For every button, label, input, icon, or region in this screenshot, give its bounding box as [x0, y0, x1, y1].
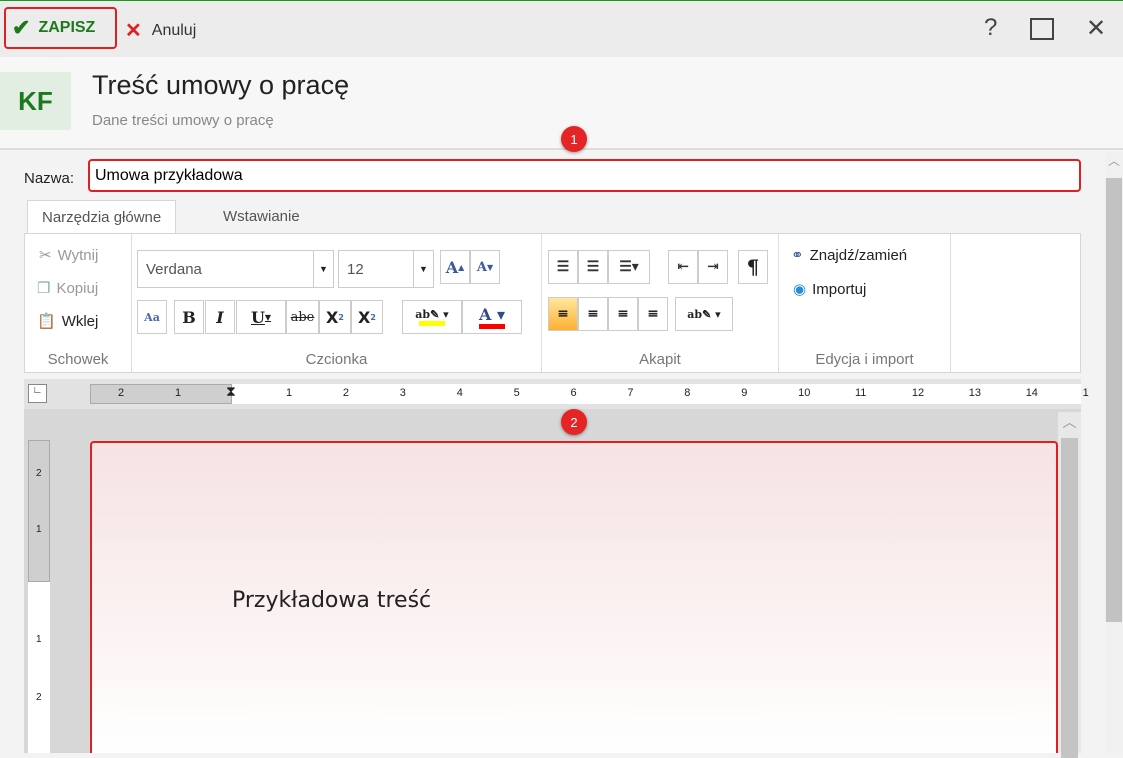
ribbon: ✂ Wytnij ❐ Kopiuj 📋 Wklej Schowek Verdana ▼ … [24, 233, 1081, 373]
highlight-color-swatch [419, 321, 445, 326]
maximize-button[interactable] [1030, 18, 1054, 40]
ruler-tick: 2 [36, 692, 42, 703]
superscript-button[interactable]: X2 [351, 300, 383, 334]
scroll-up-icon[interactable]: ︿ [1058, 412, 1081, 432]
shading-button[interactable]: ab✎ ▾ [675, 297, 733, 331]
bold-button[interactable]: B [174, 300, 204, 334]
save-button[interactable]: ✔ ZAPISZ [4, 7, 117, 49]
help-button[interactable]: ? [984, 14, 997, 42]
font-color-icon: A ▾ [478, 305, 505, 324]
clipboard-group: ✂ Wytnij ❐ Kopiuj 📋 Wklej Schowek [25, 234, 132, 372]
paragraph-group-label: Akapit [639, 351, 681, 368]
italic-button[interactable]: I [205, 300, 235, 334]
ruler-tick: 4 [456, 387, 463, 399]
subscript-button[interactable]: X2 [319, 300, 351, 334]
highlighter-icon: ab✎ ▾ [415, 308, 449, 321]
ruler-tick: 1 [286, 387, 293, 399]
ruler-text-area [232, 384, 1081, 404]
tab-home[interactable]: Narzędzia główne [27, 200, 177, 234]
tab-stop-selector[interactable]: ∟ [28, 384, 47, 403]
scroll-up-icon[interactable]: ︿ [1105, 152, 1123, 169]
cut-button[interactable]: ✂ Wytnij [39, 246, 98, 265]
ruler-tick: 3 [399, 387, 406, 399]
close-button[interactable]: ✕ [1086, 14, 1106, 43]
ruler-tick: 9 [741, 387, 748, 399]
page-scroll-thumb[interactable] [1106, 178, 1122, 622]
document-text[interactable]: Przykładowa treść [232, 588, 431, 613]
app-logo: KF [0, 72, 71, 130]
chevron-down-icon: ▼ [413, 251, 433, 287]
multilevel-list-button[interactable]: ☰▾ [608, 250, 650, 284]
highlight-color-button[interactable]: ab✎ ▾ [402, 300, 462, 334]
check-icon: ✔ [12, 15, 31, 40]
font-color-swatch [479, 324, 505, 329]
vertical-ruler: 2 1 1 2 [28, 440, 50, 753]
ruler-margin-left [90, 384, 232, 404]
page-subtitle: Dane treści umowy o pracę [92, 112, 274, 129]
binoculars-icon: ⚭ [791, 247, 804, 264]
numbered-list-button[interactable]: ☰ [578, 250, 608, 284]
edit-group-label: Edycja i import [815, 351, 914, 368]
tab-insert[interactable]: Wstawianie [209, 200, 314, 234]
scissors-icon: ✂ [39, 247, 52, 264]
close-x-icon: ✕ [125, 20, 142, 42]
ruler-tick: 6 [570, 387, 577, 399]
ruler-tick: 1 [36, 634, 42, 645]
show-formatting-button[interactable]: ¶ [738, 250, 768, 284]
find-replace-button[interactable]: ⚭ Znajdź/zamień [791, 246, 907, 265]
increase-indent-button[interactable]: ⇥ [698, 250, 728, 284]
annotation-badge-2: 2 [561, 409, 587, 435]
ruler-tick: 11 [855, 387, 867, 399]
indent-marker-icon[interactable]: ⧗ [226, 383, 236, 400]
page-title: Treść umowy o pracę [92, 70, 350, 100]
grow-font-button[interactable]: A ▲ [440, 250, 470, 284]
font-group-label: Czcionka [305, 351, 368, 368]
document-import-icon: ◉ [793, 281, 807, 298]
edit-group: ⚭ Znajdź/zamień ◉ Importuj Edycja i import [779, 234, 951, 372]
ruler-tick: 1 [1082, 387, 1089, 399]
annotation-badge-1: 1 [561, 126, 587, 152]
align-center-button[interactable]: ≡ [578, 297, 608, 331]
paste-button[interactable]: 📋 Wklej [37, 312, 98, 331]
ruler-tick: 7 [627, 387, 634, 399]
clear-format-button[interactable]: Aa [137, 300, 167, 334]
paragraph-group: ☰ ☰ ☰▾ ⇤ ⇥ ¶ ≡ ≡ ≡ ≡ ab✎ ▾ Akapit [542, 234, 779, 372]
ruler-tick: 2 [118, 387, 125, 399]
justify-button[interactable]: ≡ [638, 297, 668, 331]
font-color-button[interactable]: A ▾ [462, 300, 522, 334]
ruler-tick: 1 [36, 524, 42, 535]
shrink-font-button[interactable]: A ▼ [470, 250, 500, 284]
align-right-button[interactable]: ≡ [608, 297, 638, 331]
cancel-button[interactable]: ✕ Anuluj [125, 18, 196, 43]
ruler-tick: 2 [342, 387, 350, 399]
font-family-select[interactable]: Verdana ▼ [137, 250, 334, 288]
decrease-indent-button[interactable]: ⇤ [668, 250, 698, 284]
ruler-tick: 1 [175, 387, 182, 399]
editor-scrollbar[interactable]: ︿ [1058, 412, 1081, 758]
ruler-tick: 8 [684, 387, 691, 399]
font-size-select[interactable]: 12 ▼ [338, 250, 434, 288]
name-label: Nazwa: [24, 170, 75, 187]
bullet-list-button[interactable]: ☰ [548, 250, 578, 284]
chevron-down-icon: ▼ [313, 251, 333, 287]
ruler-tick: 5 [513, 387, 520, 399]
align-left-button[interactable]: ≡ [548, 297, 578, 331]
editor-scroll-thumb[interactable] [1061, 438, 1078, 758]
clipboard-group-label: Schowek [47, 351, 109, 368]
underline-button[interactable]: U ▼ [236, 300, 286, 334]
copy-button[interactable]: ❐ Kopiuj [37, 279, 98, 298]
import-button[interactable]: ◉ Importuj [793, 280, 866, 299]
ruler-margin-top [28, 440, 50, 582]
strikethrough-button[interactable]: abe [286, 300, 319, 334]
copy-icon: ❐ [37, 280, 51, 297]
ruler-tick: 14 [1025, 387, 1038, 399]
ruler-tick: 12 [911, 387, 925, 399]
ruler-tick: 2 [36, 468, 42, 479]
horizontal-ruler[interactable]: ∟ 2 1 ⧗ 1 2 3 4 5 6 7 8 9 10 11 12 13 14 1 [24, 379, 1089, 409]
name-input[interactable] [88, 159, 1081, 192]
ruler-tick: 10 [798, 387, 811, 399]
clipboard-icon: 📋 [37, 313, 56, 330]
font-group: Verdana ▼ 12 ▼ A ▲ A ▼ Aa B I U ▼ abe X2 X2 … [132, 234, 542, 372]
ruler-tick: 13 [968, 387, 982, 399]
